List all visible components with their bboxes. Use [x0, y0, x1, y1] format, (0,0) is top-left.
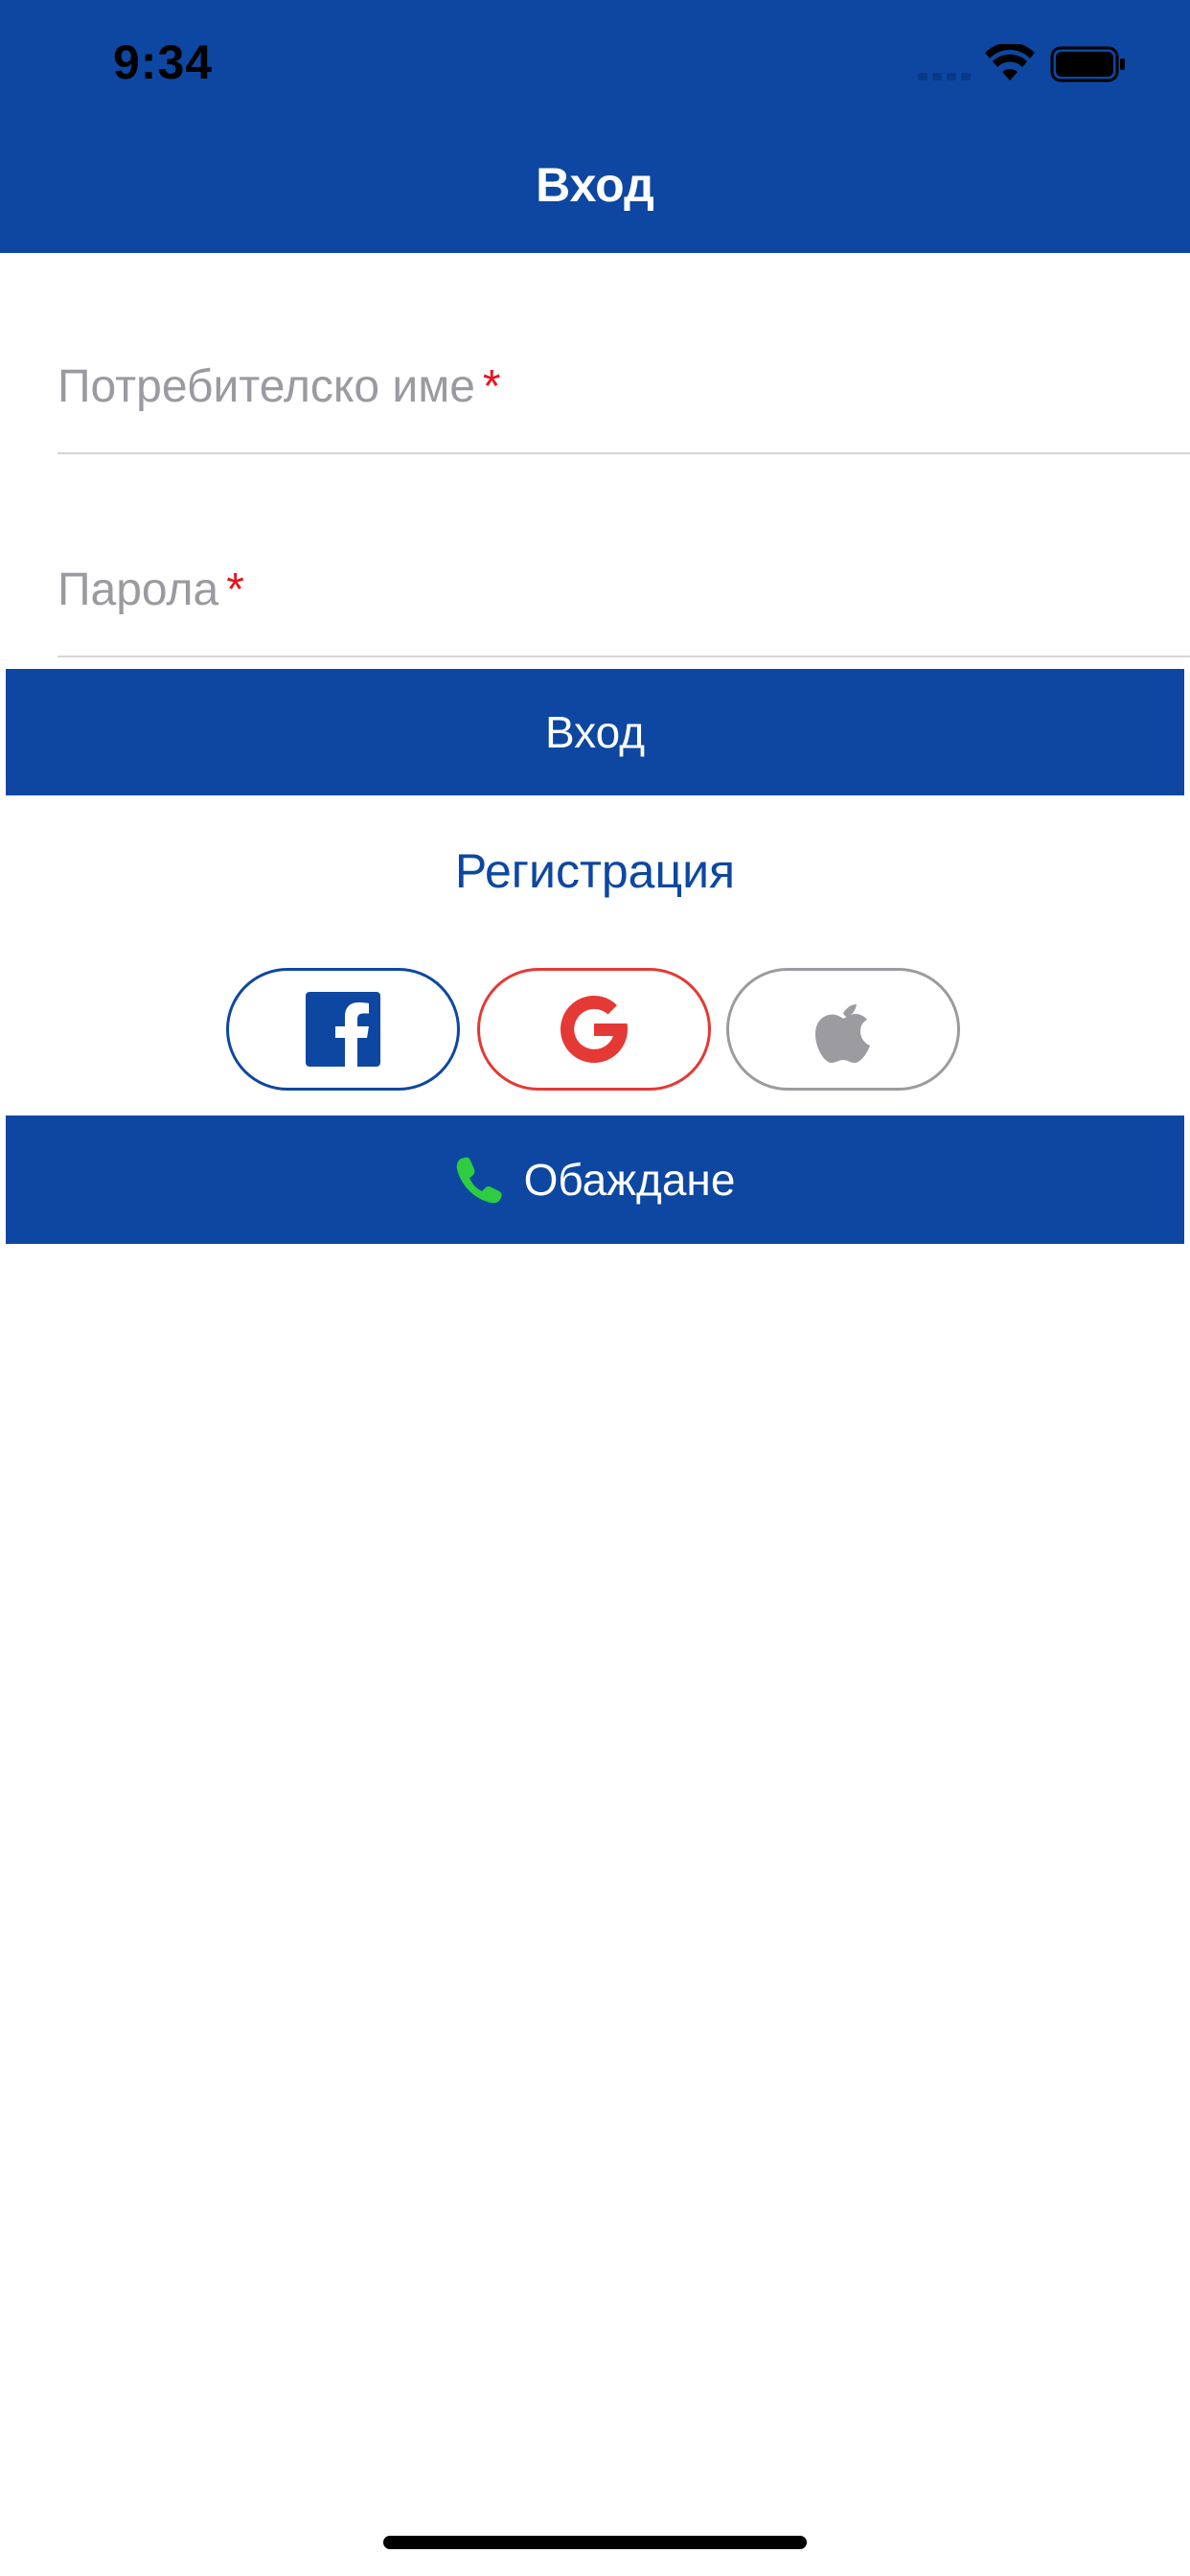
- facebook-icon: [306, 992, 380, 1067]
- required-marker: *: [226, 564, 244, 615]
- page-title: Вход: [536, 158, 654, 212]
- top-bar: 9:34 Вход: [0, 0, 1190, 253]
- username-label-text: Потребителско име: [57, 361, 475, 412]
- required-marker: *: [482, 361, 501, 412]
- home-indicator[interactable]: [383, 2536, 807, 2549]
- login-button[interactable]: Вход: [6, 669, 1184, 795]
- battery-icon: [1050, 46, 1125, 82]
- call-button[interactable]: Обаждане: [6, 1116, 1184, 1244]
- password-label-text: Парола: [57, 564, 219, 615]
- apple-login-button[interactable]: [726, 968, 960, 1091]
- phone-icon: [456, 1157, 502, 1204]
- google-login-button[interactable]: [477, 968, 711, 1091]
- cellular-signal-icon: [918, 73, 971, 80]
- facebook-login-button[interactable]: [226, 968, 460, 1091]
- password-field[interactable]: Парола *: [57, 550, 1190, 657]
- apple-icon: [815, 1004, 870, 1063]
- username-label: Потребителско име *: [57, 360, 501, 413]
- status-time: 9:34: [113, 35, 214, 89]
- username-field[interactable]: Потребителско име *: [57, 347, 1190, 454]
- google-icon: [561, 996, 628, 1063]
- login-screen: 9:34 Вход Потребителско име * Парола * В…: [0, 0, 1190, 2576]
- login-button-label: Вход: [544, 707, 646, 757]
- call-button-label: Обаждане: [523, 1155, 736, 1205]
- register-link[interactable]: Регистрация: [0, 843, 1190, 899]
- password-label: Парола *: [57, 564, 244, 616]
- wifi-icon: [985, 44, 1035, 80]
